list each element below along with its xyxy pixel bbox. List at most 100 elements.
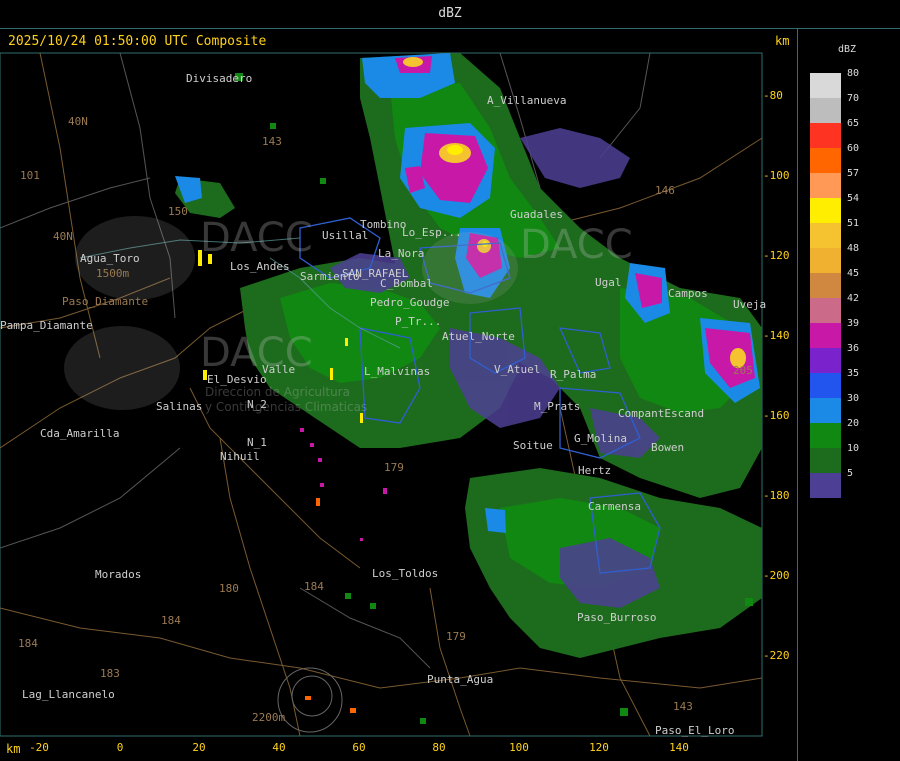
place-label: Hertz <box>578 464 612 477</box>
legend-swatch <box>810 373 841 398</box>
legend-label: 80 <box>847 68 860 79</box>
legend-swatch <box>810 298 841 323</box>
legend-swatch <box>810 223 841 248</box>
road-label: 40N <box>68 115 88 128</box>
x-tick: 20 <box>192 741 206 754</box>
road-label: 205 <box>733 364 753 377</box>
road-label: 183 <box>100 667 120 680</box>
legend-swatch <box>810 148 841 173</box>
km-unit-bottom: km <box>6 742 21 756</box>
watermark-dacc: DACC <box>520 222 633 268</box>
y-tick: -80 <box>763 89 783 102</box>
legend-swatch <box>810 123 841 148</box>
y-tick: -220 <box>763 649 790 662</box>
legend-label: 42 <box>847 293 860 304</box>
place-label: Punta_Agua <box>427 673 494 686</box>
place-label: Campos <box>668 287 708 300</box>
legend-label: 10 <box>847 443 860 454</box>
place-label: Lag_Llancanelo <box>22 688 115 701</box>
legend-swatch <box>810 423 841 448</box>
x-tick: 60 <box>352 741 366 754</box>
y-tick: -160 <box>763 409 790 422</box>
place-label: Nihuil <box>220 450 260 463</box>
legend-label: 51 <box>847 218 860 229</box>
legend-label: 48 <box>847 243 860 254</box>
road-label: 101 <box>20 169 40 182</box>
place-label: Lo_Esp... <box>402 226 462 239</box>
place-label: Bowen <box>651 441 685 454</box>
legend-label: 35 <box>847 368 860 379</box>
place-label: Sarmiento <box>300 270 360 283</box>
y-tick: -140 <box>763 329 790 342</box>
y-tick: -120 <box>763 249 790 262</box>
x-tick: 0 <box>116 741 124 754</box>
y-tick: -180 <box>763 489 790 502</box>
legend-swatch <box>810 98 841 123</box>
road-label: 184 <box>161 614 181 627</box>
place-label: Divisadero <box>186 72 253 85</box>
place-label: Uveja <box>733 298 767 311</box>
road-label: 143 <box>262 135 282 148</box>
radar-timestamp: 2025/10/24 01:50:00 UTC Composite <box>8 34 267 49</box>
legend-label: 60 <box>847 143 860 154</box>
window-title-bar: dBZ <box>0 0 900 29</box>
road-label: 2200m <box>252 711 286 724</box>
place-label: Morados <box>95 568 142 581</box>
place-label: L_Malvinas <box>364 365 431 378</box>
road-label: 150 <box>168 205 188 218</box>
y-tick: -100 <box>763 169 790 182</box>
legend-label: 36 <box>847 343 860 354</box>
watermark-dacc: DACC <box>200 330 313 376</box>
watermark-subtitle: y Contingencias Climaticas <box>205 400 368 414</box>
place-label: La_Nora <box>378 247 425 260</box>
place-label: Guadales <box>510 208 563 221</box>
place-label: Paso_El_Loro <box>655 724 735 737</box>
place-label: Soitue <box>513 439 553 452</box>
window-title: dBZ <box>438 6 462 21</box>
place-label: Valle <box>262 363 296 376</box>
place-label: C_Bombal <box>380 277 433 290</box>
place-label: Los_Andes <box>230 260 290 273</box>
place-label: Agua_Toro <box>80 252 140 265</box>
place-label: G_Molina <box>574 432 627 445</box>
legend-swatch <box>810 198 841 223</box>
road-label: 146 <box>655 184 675 197</box>
x-tick: 140 <box>669 741 689 754</box>
place-label: Atuel_Norte <box>442 330 515 343</box>
place-label: Paso_Burroso <box>577 611 657 624</box>
legend-swatch <box>810 473 841 498</box>
legend-swatch <box>810 398 841 423</box>
place-label: Carmensa <box>588 500 641 513</box>
place-label: P_Tr... <box>395 315 442 328</box>
legend-label: 20 <box>847 418 860 429</box>
legend-swatch <box>810 348 841 373</box>
road-label: 1500m <box>96 267 130 280</box>
radar-map[interactable] <box>0 28 797 761</box>
place-label: CompantEscand <box>618 407 705 420</box>
place-label: M_Prats <box>534 400 581 413</box>
road-label: 184 <box>304 580 324 593</box>
place-label: Tombino <box>360 218 407 231</box>
legend-swatch <box>810 448 841 473</box>
km-unit-top: km <box>775 34 790 48</box>
road-label: 143 <box>673 700 693 713</box>
x-tick: -20 <box>29 741 49 754</box>
legend-swatch <box>810 73 841 98</box>
x-tick: 100 <box>509 741 529 754</box>
legend-label: 65 <box>847 118 860 129</box>
legend-label: 57 <box>847 168 860 179</box>
legend-swatch <box>810 173 841 198</box>
place-label: Ugal <box>595 276 622 289</box>
place-label: R_Palma <box>550 368 597 381</box>
x-tick: 120 <box>589 741 609 754</box>
road-label: 184 <box>18 637 38 650</box>
legend-label: 39 <box>847 318 860 329</box>
watermark-subtitle: Direccion de Agricultura <box>205 385 350 399</box>
road-label: 179 <box>446 630 466 643</box>
place-label: V_Atuel <box>494 363 541 376</box>
legend-label: 30 <box>847 393 860 404</box>
legend-label: 5 <box>847 468 854 479</box>
place-label: Los_Toldos <box>372 567 439 580</box>
place-label: Cda_Amarilla <box>40 427 120 440</box>
legend-unit: dBZ <box>838 44 857 55</box>
